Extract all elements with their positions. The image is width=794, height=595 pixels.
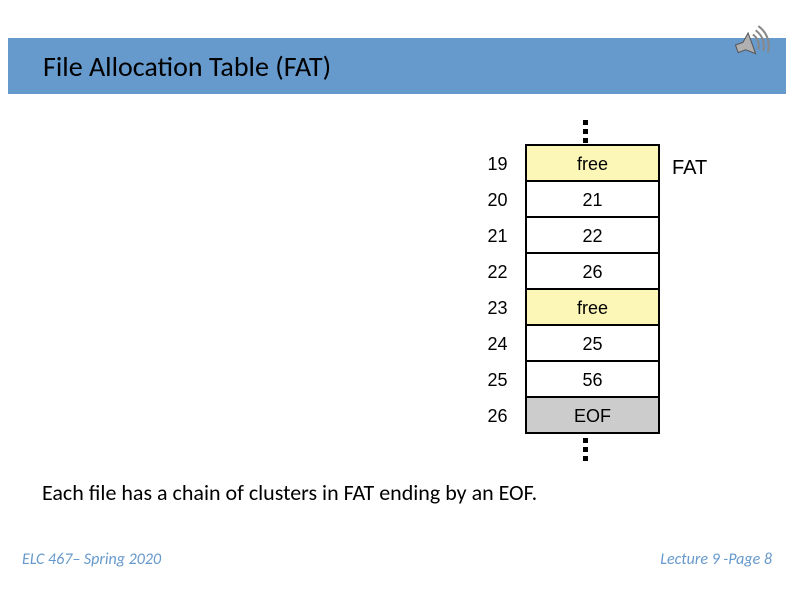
footer-right: Lecture 9 -Page 8: [660, 550, 772, 569]
fat-label: FAT: [672, 157, 707, 180]
row-index: 24: [470, 326, 525, 362]
row-value: 26: [525, 252, 660, 290]
title-bar: File Allocation Table (FAT): [8, 38, 786, 94]
row-index: 25: [470, 362, 525, 398]
row-index: 20: [470, 182, 525, 218]
row-value: 25: [525, 324, 660, 362]
table-row: 2556: [470, 362, 660, 398]
row-index: 21: [470, 218, 525, 254]
table-row: 2425: [470, 326, 660, 362]
row-value: 21: [525, 180, 660, 218]
ellipsis-bottom: [490, 434, 680, 464]
row-value: 56: [525, 360, 660, 398]
row-index: 19: [470, 146, 525, 182]
row-index: 22: [470, 254, 525, 290]
row-index: 23: [470, 290, 525, 326]
table-row: 26EOF: [470, 398, 660, 434]
table-row: 23free: [470, 290, 660, 326]
row-value: free: [525, 144, 660, 182]
row-index: 26: [470, 398, 525, 434]
table-row: 2122: [470, 218, 660, 254]
table-row: 2226: [470, 254, 660, 290]
row-value: 22: [525, 216, 660, 254]
fat-table-wrap: 19free20212122222623free2425255626EOF: [470, 116, 660, 464]
row-value: free: [525, 288, 660, 326]
ellipsis-top: [490, 116, 680, 146]
speaker-icon: [728, 22, 772, 66]
fat-table: 19free20212122222623free2425255626EOF: [470, 146, 660, 434]
footer-left: ELC 467– Spring 2020: [22, 550, 161, 569]
slide-title: File Allocation Table (FAT): [43, 49, 331, 84]
slide-caption: Each file has a chain of clusters in FAT…: [42, 479, 537, 506]
table-row: 19free: [470, 146, 660, 182]
table-row: 2021: [470, 182, 660, 218]
row-value: EOF: [525, 396, 660, 434]
